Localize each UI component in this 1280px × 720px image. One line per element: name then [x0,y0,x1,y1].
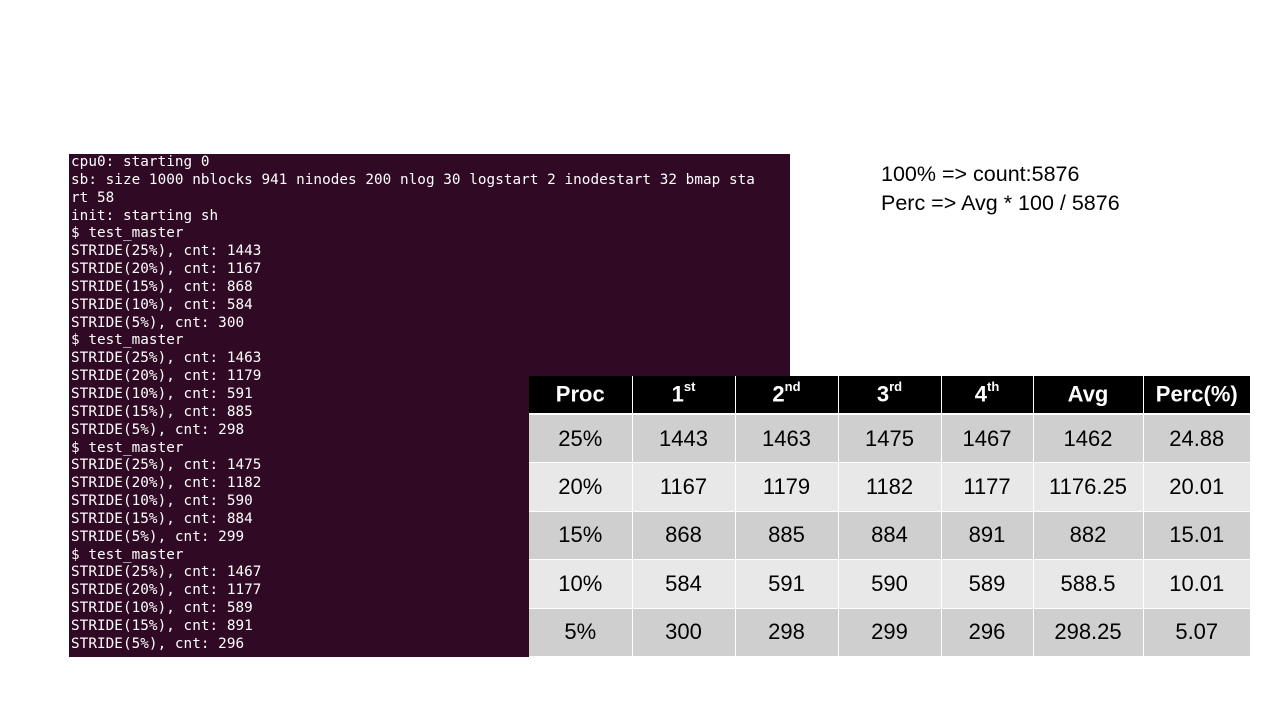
terminal-line: STRIDE(25%), cnt: 1443 [71,243,262,260]
table-cell: 1182 [838,462,942,512]
formula-notes: 100% => count:5876 Perc => Avg * 100 / 5… [881,160,1120,218]
slide: cpu0: starting 0 sb: size 1000 nblocks 9… [0,0,1280,720]
table-cell: 15% [529,511,633,560]
note-percent-formula: Perc => Avg * 100 / 5876 [881,191,1120,215]
table-cell: 589 [941,559,1034,609]
table-cell: 298 [735,608,839,657]
table-cell: 891 [941,511,1034,560]
table-cell: 590 [838,559,942,609]
table-cell: 10% [529,559,633,609]
table-cell: 24.88 [1143,414,1250,463]
header-run-3: 3rd [838,376,942,415]
table-cell: 1167 [632,462,736,512]
table-cell: 884 [838,511,942,560]
header-run-2: 2nd [735,376,839,415]
table-cell: 1462 [1033,414,1144,463]
table-cell: 15.01 [1143,511,1250,560]
terminal-line: STRIDE(25%), cnt: 1463 [71,350,262,367]
terminal-line: sb: size 1000 nblocks 941 ninodes 200 nl… [71,171,755,188]
table-cell: 300 [632,608,736,657]
table-row: 10% 584 591 590 589 588.5 10.01 [529,559,1250,609]
terminal-line: STRIDE(20%), cnt: 1167 [71,261,262,278]
table-row: 15% 868 885 884 891 882 15.01 [529,511,1250,560]
terminal-line: STRIDE(10%), cnt: 584 [71,296,253,313]
header-perc: Perc(%) [1143,376,1250,415]
table-cell: 868 [632,511,736,560]
table-cell: 1467 [941,414,1034,463]
terminal-line: STRIDE(5%), cnt: 300 [71,314,245,331]
table-cell: 885 [735,511,839,560]
table-cell: 296 [941,608,1034,657]
table-cell: 1443 [632,414,736,463]
table-cell: 5% [529,608,633,657]
table-cell: 1177 [941,462,1034,512]
terminal-line: rt 58 [71,189,115,206]
table-cell: 1463 [735,414,839,463]
table-header-row: Proc 1st 2nd 3rd 4th Avg Perc(%) [529,376,1250,415]
table-cell: 584 [632,559,736,609]
header-run-1: 1st [632,376,736,415]
table-row: 20% 1167 1179 1182 1177 1176.25 20.01 [529,462,1250,512]
table-cell: 882 [1033,511,1144,560]
table-cell: 25% [529,414,633,463]
terminal-line: STRIDE(15%), cnt: 868 [71,278,253,295]
table-cell: 591 [735,559,839,609]
terminal-line: $ test_master [71,332,184,349]
terminal-line: cpu0: starting 0 [71,154,210,170]
note-total-count: 100% => count:5876 [881,162,1080,186]
table-cell: 588.5 [1033,559,1144,609]
table-cell: 1179 [735,462,839,512]
table-cell: 299 [838,608,942,657]
table-cell: 1176.25 [1033,462,1144,512]
table-row: 5% 300 298 299 296 298.25 5.07 [529,608,1250,657]
terminal-line: init: starting sh [71,207,219,224]
header-run-4: 4th [941,376,1034,415]
stride-results-table: Proc 1st 2nd 3rd 4th Avg Perc(%) 25% 144… [529,376,1250,657]
table-cell: 20% [529,462,633,512]
table-cell: 10.01 [1143,559,1250,609]
terminal-line: $ test_master [71,225,184,242]
table-cell: 1475 [838,414,942,463]
table-cell: 20.01 [1143,462,1250,512]
header-avg: Avg [1033,376,1144,415]
header-proc: Proc [529,376,633,415]
table-row: 25% 1443 1463 1475 1467 1462 24.88 [529,414,1250,463]
table-cell: 298.25 [1033,608,1144,657]
table-cell: 5.07 [1143,608,1250,657]
